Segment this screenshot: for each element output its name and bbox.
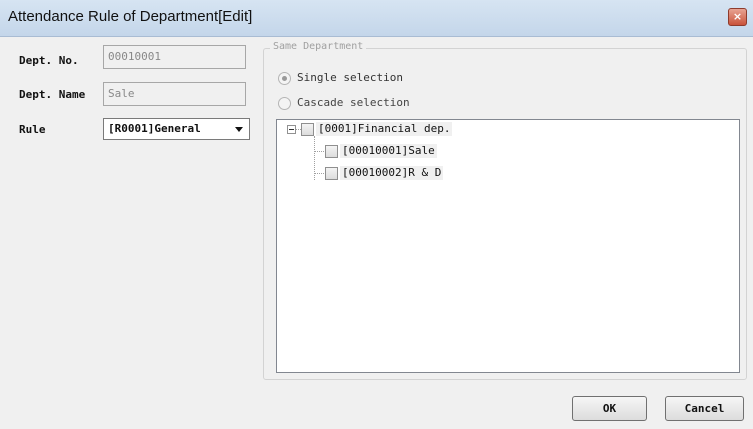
close-button[interactable]: × [728, 8, 747, 26]
dept-no-label: Dept. No. [19, 54, 79, 67]
chevron-down-icon[interactable] [235, 127, 243, 132]
department-tree[interactable]: [0001]Financial dep. [00010001]Sale [000… [276, 119, 740, 373]
cancel-button[interactable]: Cancel [665, 396, 744, 421]
same-department-legend: Same Department [270, 41, 367, 52]
ok-button[interactable]: OK [572, 396, 647, 421]
checkbox-icon[interactable] [301, 123, 314, 136]
dept-name-field: Sale [103, 82, 246, 106]
rule-label: Rule [19, 123, 46, 136]
tree-connector [315, 173, 324, 174]
title-bar: Attendance Rule of Department[Edit] × [0, 0, 753, 37]
radio-icon[interactable] [278, 97, 291, 110]
rule-dropdown[interactable]: [R0001]General [103, 118, 250, 140]
tree-node-label: [00010001]Sale [340, 144, 437, 158]
cascade-selection-label: Cascade selection [297, 96, 410, 109]
close-icon: × [732, 10, 743, 23]
collapse-icon[interactable] [287, 125, 296, 134]
window-title: Attendance Rule of Department[Edit] [8, 8, 253, 25]
single-selection-radio[interactable]: Single selection [278, 71, 438, 87]
checkbox-icon[interactable] [325, 145, 338, 158]
tree-node-label: [0001]Financial dep. [316, 122, 453, 136]
cascade-selection-radio[interactable]: Cascade selection [278, 96, 448, 112]
checkbox-icon[interactable] [325, 167, 338, 180]
tree-node-child[interactable]: [00010002]R & D [325, 166, 465, 181]
tree-connector [315, 151, 324, 152]
tree-node-root[interactable]: [0001]Financial dep. [301, 122, 481, 137]
dept-name-label: Dept. Name [19, 88, 86, 101]
rule-selected-value: [R0001]General [108, 122, 201, 135]
single-selection-label: Single selection [297, 71, 403, 84]
tree-node-label: [00010002]R & D [340, 166, 444, 180]
tree-node-child[interactable]: [00010001]Sale [325, 144, 465, 159]
radio-icon-selected[interactable] [278, 72, 291, 85]
dept-no-field: 00010001 [103, 45, 246, 69]
